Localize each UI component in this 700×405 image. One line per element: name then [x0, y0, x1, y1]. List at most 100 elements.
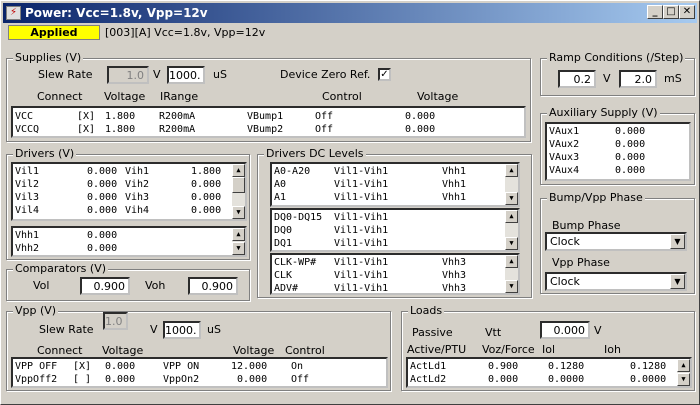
vol-label: Vol — [33, 279, 50, 292]
ramp-time-unit: mS — [664, 72, 682, 85]
list-item[interactable]: ADV# Vil1-Vih1 Vhh3 — [272, 282, 518, 293]
loads-header-ioh: Ioh — [604, 343, 621, 356]
list-item[interactable]: A1 Vil1-Vih1 Vhh1 — [272, 191, 518, 204]
list-item[interactable]: VCCQ [X] 1.800 R200mA VBump2 Off 0.000 — [13, 123, 524, 136]
list-item[interactable]: VCC [X] 1.800 R200mA VBump1 Off 0.000 — [13, 110, 524, 123]
power-window: ⚡ Power: Vcc=1.8v, Vpp=12v _ □ ✕ Applied… — [0, 0, 700, 405]
close-button[interactable]: ✕ — [679, 5, 695, 19]
vtt-input[interactable]: 0.000 — [540, 321, 590, 339]
voh-label: Voh — [145, 279, 166, 292]
vtt-unit: V — [594, 324, 602, 337]
dc-address-list[interactable]: A0-A20 Vil1-Vih1 Vhh1 A0 Vil1-Vih1 Vhh1 A1 Vi… — [270, 162, 520, 207]
list-item[interactable]: DQ0 Vil1-Vih1 — [272, 224, 518, 237]
scroll-down-arrow-icon[interactable]: ▼ — [232, 206, 245, 219]
list-item[interactable]: CLK Vil1-Vih1 Vhh3 — [272, 269, 518, 282]
ramp-time-input[interactable]: 2.0 — [619, 70, 657, 88]
vhh-list[interactable]: Vhh1 0.000 Vhh2 0.000 ▲ ▼ — [11, 226, 247, 257]
bump-phase-label: Bump Phase — [552, 219, 621, 232]
loads-list[interactable]: ActLd1 0.900 0.1280 0.1280 ActLd2 0.000 … — [406, 357, 692, 388]
vpp-slew-rate-label: Slew Rate — [39, 323, 94, 336]
list-item[interactable]: VppOff2 [ ] 0.000 VppOn2 0.000 Off — [13, 373, 386, 386]
list-item[interactable]: VAux2 0.000 — [547, 138, 689, 151]
list-item[interactable]: Vil4 0.000 Vih4 0.000 — [13, 204, 245, 217]
vol-input[interactable]: 0.900 — [80, 277, 130, 295]
scroll-down-arrow-icon[interactable]: ▼ — [677, 373, 690, 386]
scroll-up-arrow-icon[interactable]: ▲ — [505, 164, 518, 177]
scroll-down-arrow-icon[interactable]: ▼ — [505, 192, 518, 205]
comparators-group: Comparators (V) Vol 0.900 Voh 0.900 — [6, 262, 250, 301]
scroll-up-arrow-icon[interactable]: ▲ — [505, 255, 518, 268]
list-item[interactable]: VAux1 0.000 — [547, 125, 689, 138]
scroll-up-arrow-icon[interactable]: ▲ — [232, 164, 245, 177]
title-bar[interactable]: ⚡ Power: Vcc=1.8v, Vpp=12v _ □ ✕ — [3, 3, 697, 23]
ramp-voltage-input[interactable]: 0.2 — [558, 70, 596, 88]
drivers-title: Drivers (V) — [13, 147, 77, 160]
dc-control-scrollbar[interactable]: ▲ ▼ — [505, 255, 518, 293]
scroll-down-arrow-icon[interactable]: ▼ — [505, 280, 518, 293]
supplies-list[interactable]: VCC [X] 1.800 R200mA VBump1 Off 0.000 VC… — [11, 106, 526, 138]
supplies-header-voltage: Voltage — [104, 90, 146, 103]
ramp-title: Ramp Conditions (/Step) — [547, 51, 686, 64]
vpp-phase-select[interactable]: Clock ▼ — [545, 272, 687, 291]
device-zero-label: Device Zero Ref. — [280, 68, 371, 81]
scroll-down-arrow-icon[interactable]: ▼ — [232, 242, 245, 255]
dc-data-scrollbar[interactable]: ▲ ▼ — [505, 210, 518, 250]
supplies-header-irange: IRange — [160, 90, 199, 103]
window-title: Power: Vcc=1.8v, Vpp=12v — [25, 6, 208, 20]
list-item[interactable]: Vil2 0.000 Vih2 0.000 — [13, 178, 245, 191]
scroll-down-arrow-icon[interactable]: ▼ — [505, 237, 518, 250]
list-item[interactable]: A0 Vil1-Vih1 Vhh1 — [272, 178, 518, 191]
slew-voltage-unit: V — [153, 68, 161, 81]
vpp-header-connect: Connect — [37, 344, 83, 357]
minimize-button[interactable]: _ — [647, 5, 663, 19]
comparators-title: Comparators (V) — [13, 262, 109, 275]
vpp-list[interactable]: VPP OFF [X] 0.000 VPP ON 12.000 On VppOf… — [11, 357, 388, 388]
aux-supply-list[interactable]: VAux1 0.000 VAux2 0.000 VAux3 0.000 VAux4 0.… — [545, 122, 691, 181]
loads-header-iol: Iol — [542, 343, 556, 356]
list-item[interactable]: A0-A20 Vil1-Vih1 Vhh1 — [272, 165, 518, 178]
list-item[interactable]: CLK-WP# Vil1-Vih1 Vhh3 — [272, 256, 518, 269]
drivers-scrollbar[interactable]: ▲ ▼ — [232, 164, 245, 219]
list-item[interactable]: VAux4 0.000 — [547, 164, 689, 177]
vpp-slew-time-input[interactable]: 1000. — [163, 321, 201, 339]
scroll-up-arrow-icon[interactable]: ▲ — [505, 210, 518, 223]
loads-group: Loads Passive Vtt 0.000 V Active/PTU Voz… — [401, 304, 695, 391]
scroll-up-arrow-icon[interactable]: ▲ — [232, 228, 245, 241]
scroll-up-arrow-icon[interactable]: ▲ — [677, 359, 690, 372]
vpp-header-voltage2: Voltage — [233, 344, 275, 357]
bump-phase-select[interactable]: Clock ▼ — [545, 232, 687, 251]
list-item[interactable]: ActLd2 0.000 0.0000 0.0000 — [408, 373, 690, 386]
slew-time-unit: uS — [213, 68, 227, 81]
dc-control-list[interactable]: CLK-WP# Vil1-Vih1 Vhh3 CLK Vil1-Vih1 Vhh3 AD… — [270, 253, 520, 295]
passive-label: Passive — [412, 326, 453, 339]
list-item[interactable]: VAux3 0.000 — [547, 151, 689, 164]
voh-input[interactable]: 0.900 — [188, 277, 238, 295]
list-item[interactable]: Vhh2 0.000 — [13, 242, 245, 255]
slew-time-input[interactable]: 1000. — [167, 66, 205, 84]
vpp-slew-time-unit: uS — [207, 323, 221, 336]
list-item[interactable]: Vil3 0.000 Vih3 0.000 — [13, 191, 245, 204]
dc-address-scrollbar[interactable]: ▲ ▼ — [505, 164, 518, 205]
bump-vpp-title: Bump/Vpp Phase — [547, 191, 645, 204]
list-item[interactable]: VPP OFF [X] 0.000 VPP ON 12.000 On — [13, 360, 386, 373]
chevron-down-icon[interactable]: ▼ — [670, 274, 685, 289]
list-item[interactable]: ActLd1 0.900 0.1280 0.1280 — [408, 360, 690, 373]
slew-voltage-input[interactable]: 1.0 — [107, 66, 149, 84]
vpp-slew-voltage-input[interactable]: 1.0 — [103, 312, 128, 330]
ramp-group: Ramp Conditions (/Step) 0.2 V 2.0 mS — [540, 51, 695, 96]
device-zero-checkbox[interactable]: ✓ — [378, 68, 391, 81]
list-item[interactable]: Vhh1 0.000 — [13, 229, 245, 242]
chevron-down-icon[interactable]: ▼ — [670, 234, 685, 249]
list-item[interactable]: Vil1 0.000 Vih1 1.800 — [13, 165, 245, 178]
bump-phase-value: Clock — [550, 235, 580, 248]
bump-vpp-group: Bump/Vpp Phase Bump Phase Clock ▼ Vpp Ph… — [540, 191, 695, 294]
vpp-group: Vpp (V) Slew Rate 1.0 V 1000. uS Connect… — [6, 304, 391, 391]
scrollbar-thumb[interactable] — [232, 177, 245, 193]
list-item[interactable]: DQ1 Vil1-Vih1 — [272, 237, 518, 250]
loads-scrollbar[interactable]: ▲ ▼ — [677, 359, 690, 386]
maximize-button[interactable]: □ — [663, 5, 679, 19]
dc-data-list[interactable]: DQ0-DQ15 Vil1-Vih1 DQ0 Vil1-Vih1 DQ1 Vil1-V… — [270, 208, 520, 252]
list-item[interactable]: DQ0-DQ15 Vil1-Vih1 — [272, 211, 518, 224]
vhh-scrollbar[interactable]: ▲ ▼ — [232, 228, 245, 255]
drivers-list[interactable]: Vil1 0.000 Vih1 1.800 Vil2 0.000 Vih2 0.000 Vi… — [11, 162, 247, 221]
